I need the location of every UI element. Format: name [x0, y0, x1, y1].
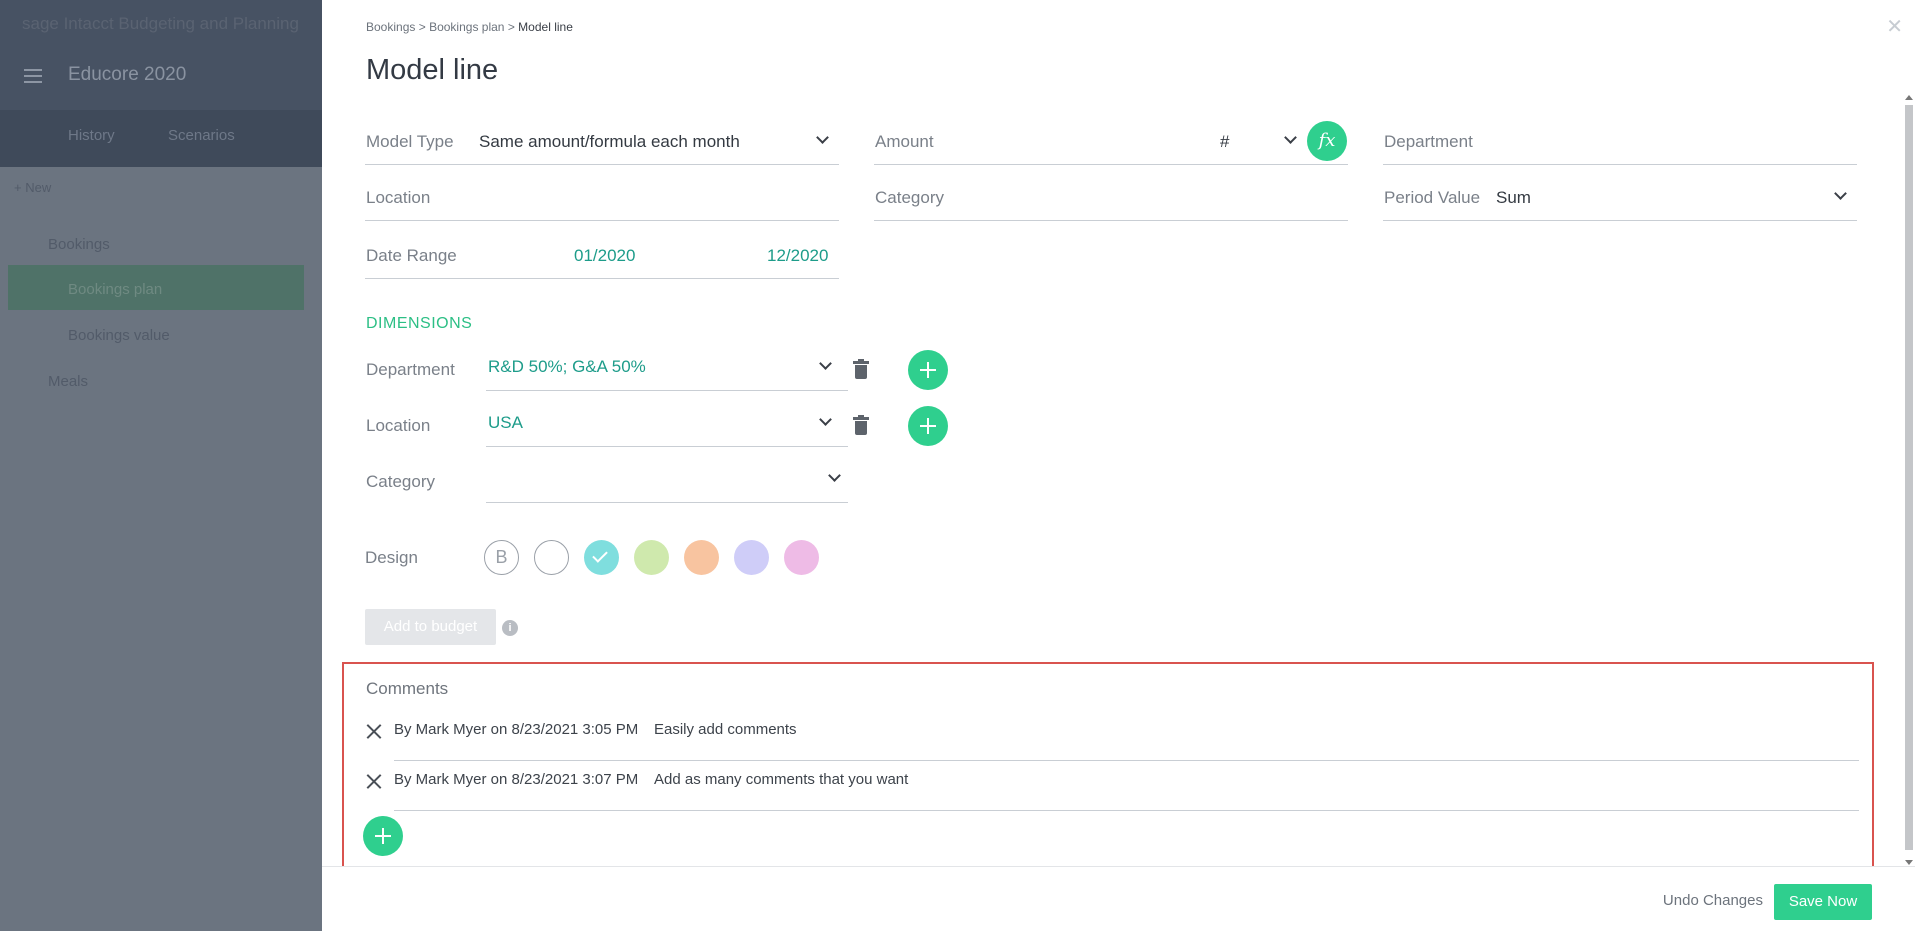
model-type-label: Model Type — [366, 132, 454, 151]
add-to-budget-button[interactable]: Add to budget — [365, 609, 496, 645]
background-new: + New — [14, 180, 52, 195]
model-line-panel: ✕ Bookings > Bookings plan > Model line … — [322, 0, 1915, 931]
background-tabs: History Scenarios — [0, 110, 322, 167]
location-field[interactable]: Location — [365, 176, 839, 221]
comments-section: Comments By Mark Myer on 8/23/2021 3:05 … — [342, 662, 1874, 869]
comments-title: Comments — [366, 679, 449, 698]
comment-meta: By Mark Myer on 8/23/2021 3:05 PM — [394, 721, 639, 738]
dimension-category-label: Category — [366, 472, 435, 491]
scrollbar[interactable] — [1903, 95, 1915, 865]
add-department-dimension-button[interactable] — [908, 350, 948, 390]
scroll-up-arrow-icon[interactable] — [1905, 95, 1913, 100]
dimension-category-select[interactable] — [486, 457, 848, 503]
category-field[interactable]: Category — [874, 176, 1348, 221]
save-now-button[interactable]: Save Now — [1774, 884, 1872, 920]
period-value-label: Period Value — [1384, 188, 1481, 207]
formula-button[interactable]: fx — [1307, 121, 1347, 161]
background-tab-history: History — [68, 127, 115, 144]
undo-changes-button[interactable]: Undo Changes — [1663, 892, 1763, 909]
background-header: sage Intacct Budgeting and Planning Educ… — [0, 0, 322, 167]
comment-text: Easily add comments — [654, 721, 797, 738]
design-orange-swatch[interactable] — [684, 540, 719, 575]
info-icon[interactable]: i — [502, 620, 518, 636]
dimension-location-select[interactable]: USA — [486, 401, 848, 447]
trash-icon[interactable] — [853, 359, 869, 380]
design-lavender-swatch[interactable] — [734, 540, 769, 575]
chevron-down-icon — [1284, 131, 1297, 144]
background-app: sage Intacct Budgeting and Planning Educ… — [0, 0, 322, 931]
add-comment-button[interactable] — [363, 816, 403, 856]
background-tree-item: Bookings value — [68, 327, 170, 344]
design-label: Design — [365, 548, 418, 567]
background-tree-item: Meals — [48, 373, 89, 390]
comment-item: By Mark Myer on 8/23/2021 3:05 PM Easily… — [394, 711, 1859, 761]
add-location-dimension-button[interactable] — [908, 406, 948, 446]
dimension-location-label: Location — [366, 416, 431, 435]
check-icon — [592, 547, 608, 563]
period-value-select[interactable]: Period Value Sum — [1383, 176, 1857, 221]
chevron-down-icon — [828, 469, 841, 482]
design-teal-swatch[interactable] — [584, 540, 619, 575]
model-type-value: Same amount/formula each month — [479, 132, 740, 151]
trash-icon[interactable] — [853, 415, 869, 436]
panel-footer: Undo Changes Save Now — [322, 866, 1915, 931]
comment-text: Add as many comments that you want — [654, 771, 909, 788]
background-tab-scenarios: Scenarios — [168, 127, 235, 144]
amount-unit-select[interactable]: # — [1220, 132, 1229, 152]
design-bold-swatch[interactable]: B — [484, 540, 519, 575]
date-range-start[interactable]: 01/2020 — [574, 246, 635, 266]
scroll-down-arrow-icon[interactable] — [1905, 860, 1913, 865]
model-type-select[interactable]: Model Type Same amount/formula each mont… — [365, 120, 839, 165]
category-label: Category — [875, 188, 944, 207]
breadcrumb-item[interactable]: Bookings — [366, 20, 415, 34]
dimension-department-label: Department — [366, 360, 455, 379]
design-pink-swatch[interactable] — [784, 540, 819, 575]
dimension-department-value: R&D 50%; G&A 50% — [488, 357, 646, 376]
scroll-thumb[interactable] — [1905, 105, 1913, 850]
design-green-swatch[interactable] — [634, 540, 669, 575]
comment-item: By Mark Myer on 8/23/2021 3:07 PM Add as… — [394, 761, 1859, 811]
delete-comment-icon[interactable] — [366, 773, 382, 789]
comment-meta: By Mark Myer on 8/23/2021 3:07 PM — [394, 771, 639, 788]
background-brand: sage Intacct Budgeting and Planning — [22, 14, 299, 33]
breadcrumb: Bookings > Bookings plan > Model line — [366, 20, 573, 34]
page-title: Model line — [366, 54, 499, 86]
chevron-down-icon — [819, 357, 832, 370]
dimension-location-value: USA — [488, 413, 523, 432]
dimensions-heading: DIMENSIONS — [366, 315, 473, 332]
delete-comment-icon[interactable] — [366, 723, 382, 739]
background-tree-group: Bookings — [48, 236, 110, 253]
dimension-department-select[interactable]: R&D 50%; G&A 50% — [486, 345, 848, 391]
department-label: Department — [1384, 132, 1473, 151]
design-white-swatch[interactable] — [534, 540, 569, 575]
background-title: Educore 2020 — [68, 64, 187, 85]
hamburger-icon — [24, 69, 42, 83]
amount-field[interactable]: Amount # — [874, 120, 1348, 165]
background-tree-item: Bookings plan — [68, 281, 163, 298]
date-range-field: Date Range 01/2020 12/2020 — [365, 234, 839, 279]
date-range-label: Date Range — [366, 246, 457, 265]
chevron-down-icon — [819, 413, 832, 426]
close-icon[interactable]: ✕ — [1886, 14, 1903, 39]
period-value-value: Sum — [1496, 188, 1531, 207]
amount-label: Amount — [875, 132, 934, 151]
department-field[interactable]: Department — [1383, 120, 1857, 165]
breadcrumb-separator: > — [418, 20, 426, 34]
breadcrumb-separator: > — [507, 20, 515, 34]
chevron-down-icon — [1834, 187, 1847, 200]
breadcrumb-item[interactable]: Bookings plan — [429, 20, 504, 34]
location-label: Location — [366, 188, 431, 207]
date-range-end[interactable]: 12/2020 — [767, 246, 828, 266]
breadcrumb-current: Model line — [518, 20, 573, 34]
chevron-down-icon — [816, 131, 829, 144]
